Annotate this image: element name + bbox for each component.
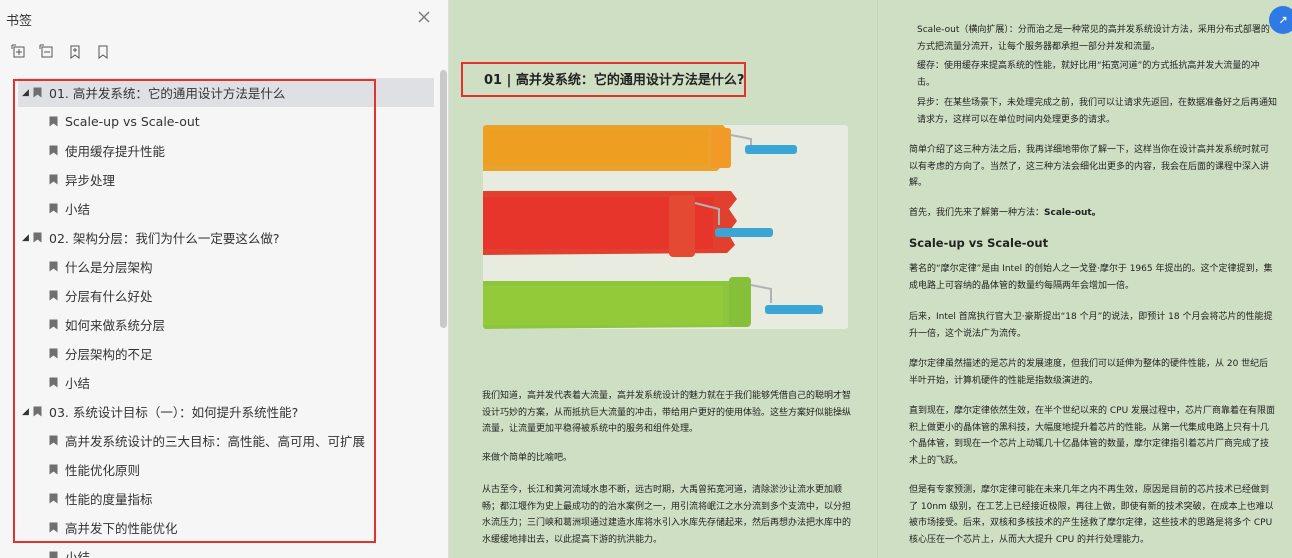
caret-down-icon[interactable]: ◢ — [22, 88, 32, 98]
bookmark-label: 02. 架构分层：我们为什么一定要这么做? — [49, 231, 280, 246]
bookmark-chapter-02[interactable]: ◢ 02. 架构分层：我们为什么一定要这么做? — [18, 223, 434, 252]
caret-down-icon[interactable]: ◢ — [22, 407, 32, 417]
paragraph: 摩尔定律虽然描述的是芯片的发展速度，但我们可以延伸为整体的硬件性能，从 20 世… — [909, 359, 1269, 386]
paragraph: 后来，Intel 首席执行官大卫·豪斯提出“18 个月”的说法，即预计 18 个… — [909, 312, 1273, 339]
text: 首先，我们先来了解第一种方法： — [909, 208, 1045, 218]
bookmark-item[interactable]: 性能优化原则 — [18, 455, 434, 484]
bookmark-icon — [49, 203, 58, 214]
sidebar-scrollbar-thumb[interactable] — [440, 70, 447, 328]
bookmark-label: 性能的度量指标 — [65, 492, 153, 507]
close-icon[interactable] — [415, 8, 433, 26]
collapse-all-icon[interactable] — [38, 43, 56, 61]
bookmark-icon — [49, 464, 58, 475]
bookmark-item[interactable]: 高并发系统设计的三大目标：高性能、高可用、可扩展 — [18, 426, 434, 455]
bookmark-panel: 书签 ◢ 01. 高并发系统：它的通用设计方法是什么 Scale-up vs S… — [0, 0, 449, 558]
bookmark-label: 分层架构的不足 — [65, 347, 153, 362]
bookmark-tree: ◢ 01. 高并发系统：它的通用设计方法是什么 Scale-up vs Scal… — [18, 78, 434, 558]
bookmark-item[interactable]: 什么是分层架构 — [18, 252, 434, 281]
paragraph: 著名的“摩尔定律”是由 Intel 的创始人之一戈登·摩尔于 1965 年提出的… — [909, 264, 1273, 291]
bookmark-icon — [49, 145, 58, 156]
bookmark-item[interactable]: 如何来做系统分层 — [18, 310, 434, 339]
section-heading: Scale-up vs Scale-out — [909, 236, 1049, 250]
bookmark-label: 小结 — [65, 550, 91, 558]
bookmark-icon — [49, 522, 58, 533]
bookmark-item[interactable]: 使用缓存提升性能 — [18, 136, 434, 165]
bookmark-item[interactable]: 异步处理 — [18, 165, 434, 194]
paragraph: 但是有专家预测，摩尔定律可能在未来几年之内不再生效，原因是目前的芯片技术已经做到… — [909, 485, 1274, 545]
bullet-cache: 缓存：使用缓存来提高系统的性能，就好比用“拓宽河道”的方式抵抗高并发大流量的冲击… — [917, 61, 1260, 88]
paragraph: 我们知道，高并发代表着大流量，高并发系统设计的魅力就在于我们能够凭借自己的聪明才… — [482, 391, 852, 434]
bookmark-icon — [49, 377, 58, 388]
paragraph: 首先，我们先来了解第一种方法：Scale-out。 — [909, 205, 1277, 222]
bookmark-icon — [33, 232, 42, 243]
bookmark-label: 03. 系统设计目标（一）：如何提升系统性能? — [49, 405, 299, 420]
bookmark-label: 小结 — [65, 202, 91, 217]
bookmark-item[interactable]: 小结 — [18, 368, 434, 397]
bookmark-label: 分层有什么好处 — [65, 289, 153, 304]
bookmark-label: 高并发系统设计的三大目标：高性能、高可用、可扩展 — [65, 434, 366, 449]
bookmark-label: 性能优化原则 — [65, 463, 141, 478]
bookmark-icon[interactable] — [94, 43, 112, 61]
bookmark-icon — [49, 493, 58, 504]
bookmark-label: 小结 — [65, 376, 91, 391]
caret-down-icon[interactable]: ◢ — [22, 233, 32, 243]
bookmark-panel-title: 书签 — [6, 14, 33, 29]
bookmark-item[interactable]: 分层有什么好处 — [18, 281, 434, 310]
add-bookmark-icon[interactable] — [66, 43, 84, 61]
bookmark-icon — [49, 290, 58, 301]
bookmark-chapter-03[interactable]: ◢ 03. 系统设计目标（一）：如何提升系统性能? — [18, 397, 434, 426]
paragraph: 简单介绍了这三种方法之后，我再详细地带你了解一下，这样当你在设计高并发系统时就可… — [909, 145, 1270, 188]
bookmark-item[interactable]: 小结 — [18, 542, 434, 558]
paragraph: 从古至今，长江和黄河流域水患不断，远古时期，大禹曾拓宽河道，清除淤沙让流水更加顺… — [482, 485, 852, 545]
bookmark-item[interactable]: 高并发下的性能优化 — [18, 513, 434, 542]
bookmark-item[interactable]: 分层架构的不足 — [18, 339, 434, 368]
page-divider — [877, 0, 878, 558]
bookmark-chapter-01[interactable]: ◢ 01. 高并发系统：它的通用设计方法是什么 — [18, 78, 434, 107]
bookmark-icon — [33, 87, 42, 98]
bookmark-item[interactable]: Scale-up vs Scale-out — [18, 107, 434, 136]
bookmark-label: 高并发下的性能优化 — [65, 521, 178, 536]
bookmark-label: 01. 高并发系统：它的通用设计方法是什么 — [49, 86, 286, 101]
bookmark-icon — [49, 319, 58, 330]
bookmark-item[interactable]: 性能的度量指标 — [18, 484, 434, 513]
bookmark-icon — [49, 348, 58, 359]
float-action-button[interactable]: ↗ — [1269, 6, 1292, 34]
expand-all-icon[interactable] — [10, 43, 28, 61]
paragraph: 来做个简单的比喻吧。 — [482, 453, 573, 463]
bookmark-label: 如何来做系统分层 — [65, 318, 166, 333]
bookmark-icon — [49, 435, 58, 446]
bookmark-icon — [49, 551, 58, 558]
chapter-title: 01 | 高并发系统：它的通用设计方法是什么? — [484, 73, 745, 88]
bullet-async: 异步：在某些场景下，未处理完成之前，我们可以让请求先返回，在数据准备好之后再通知… — [917, 98, 1278, 125]
bookmark-label: Scale-up vs Scale-out — [65, 114, 200, 129]
paragraph: 直到现在，摩尔定律依然生效，在半个世纪以来的 CPU 发展过程中，芯片厂商靠着在… — [909, 406, 1276, 466]
bookmark-icon — [49, 174, 58, 185]
bookmark-label: 什么是分层架构 — [65, 260, 153, 275]
paint-roller-image — [483, 125, 848, 329]
bullet-scale-out: Scale-out（横向扩展）：分而治之是一种常见的高并发系统设计方法，采用分布… — [917, 25, 1270, 52]
bookmark-icon — [33, 406, 42, 417]
bookmark-label: 异步处理 — [65, 173, 116, 188]
bookmark-icon — [49, 261, 58, 272]
bold-text: Scale-out。 — [1044, 208, 1101, 218]
bookmark-panel-header: 书签 — [0, 0, 448, 36]
bookmark-item[interactable]: 小结 — [18, 194, 434, 223]
bookmark-icon — [49, 116, 58, 127]
bookmark-label: 使用缓存提升性能 — [65, 144, 166, 159]
bookmark-toolbar — [10, 43, 112, 63]
